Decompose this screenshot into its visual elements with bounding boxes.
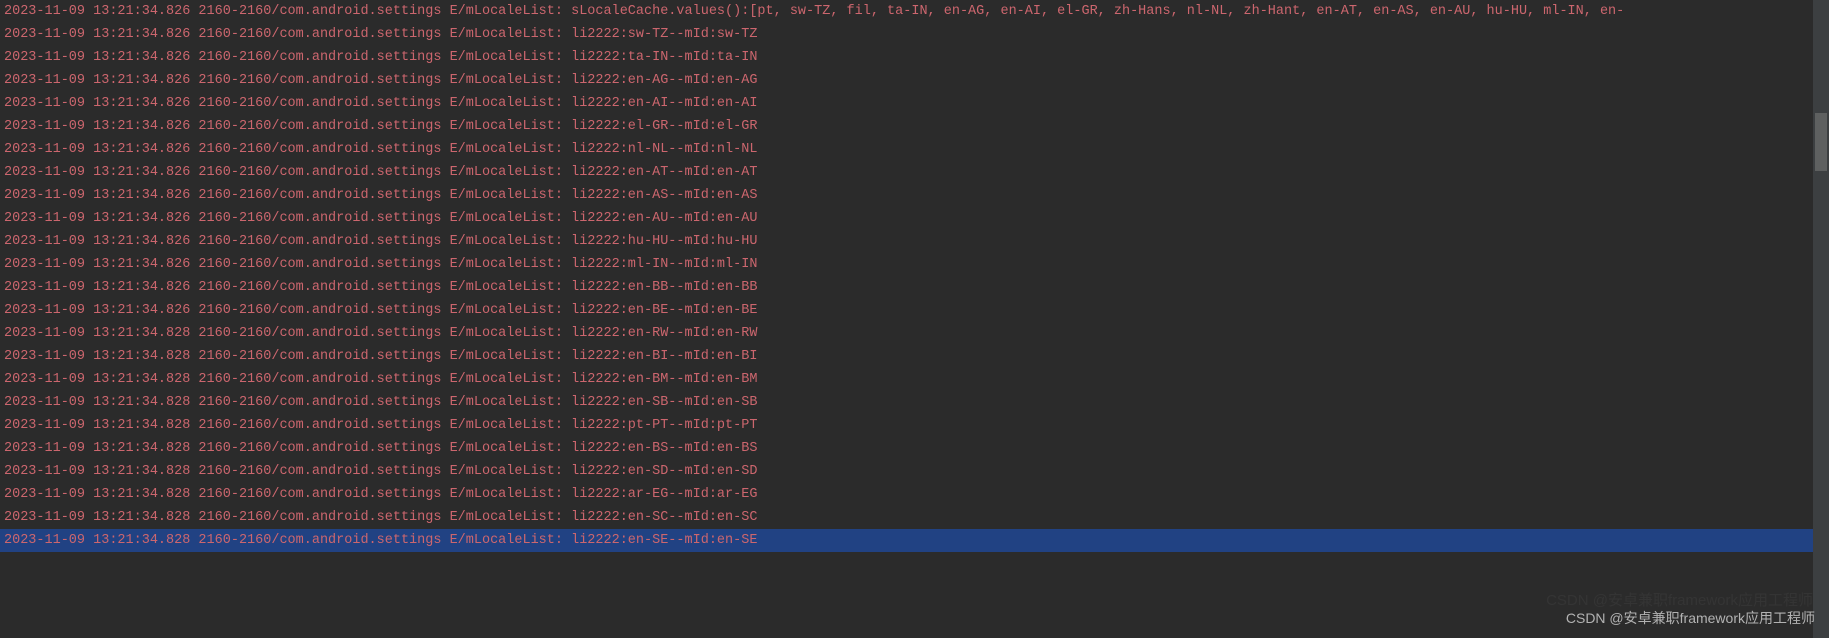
log-line[interactable]: 2023-11-09 13:21:34.826 2160-2160/com.an… — [0, 46, 1829, 69]
log-line[interactable]: 2023-11-09 13:21:34.828 2160-2160/com.an… — [0, 391, 1829, 414]
log-line[interactable]: 2023-11-09 13:21:34.826 2160-2160/com.an… — [0, 115, 1829, 138]
log-line[interactable]: 2023-11-09 13:21:34.828 2160-2160/com.an… — [0, 460, 1829, 483]
log-line[interactable]: 2023-11-09 13:21:34.826 2160-2160/com.an… — [0, 184, 1829, 207]
log-line[interactable]: 2023-11-09 13:21:34.828 2160-2160/com.an… — [0, 529, 1829, 552]
log-line[interactable]: 2023-11-09 13:21:34.828 2160-2160/com.an… — [0, 345, 1829, 368]
log-line[interactable]: 2023-11-09 13:21:34.826 2160-2160/com.an… — [0, 207, 1829, 230]
scrollbar-thumb[interactable] — [1815, 113, 1827, 171]
log-line[interactable]: 2023-11-09 13:21:34.826 2160-2160/com.an… — [0, 253, 1829, 276]
log-line[interactable]: 2023-11-09 13:21:34.828 2160-2160/com.an… — [0, 368, 1829, 391]
log-line[interactable]: 2023-11-09 13:21:34.826 2160-2160/com.an… — [0, 161, 1829, 184]
log-line[interactable]: 2023-11-09 13:21:34.828 2160-2160/com.an… — [0, 437, 1829, 460]
log-line[interactable]: 2023-11-09 13:21:34.828 2160-2160/com.an… — [0, 506, 1829, 529]
log-line[interactable]: 2023-11-09 13:21:34.828 2160-2160/com.an… — [0, 322, 1829, 345]
log-line[interactable]: 2023-11-09 13:21:34.826 2160-2160/com.an… — [0, 92, 1829, 115]
log-line[interactable]: 2023-11-09 13:21:34.826 2160-2160/com.an… — [0, 69, 1829, 92]
log-line[interactable]: 2023-11-09 13:21:34.826 2160-2160/com.an… — [0, 230, 1829, 253]
scrollbar-track[interactable] — [1813, 0, 1829, 638]
log-line[interactable]: 2023-11-09 13:21:34.828 2160-2160/com.an… — [0, 414, 1829, 437]
log-line[interactable]: 2023-11-09 13:21:34.826 2160-2160/com.an… — [0, 138, 1829, 161]
logcat-viewport[interactable]: 2023-11-09 13:21:34.826 2160-2160/com.an… — [0, 0, 1829, 638]
watermark: CSDN @安卓兼职framework应用工程师 — [1566, 607, 1815, 630]
log-line[interactable]: 2023-11-09 13:21:34.828 2160-2160/com.an… — [0, 483, 1829, 506]
log-line[interactable]: 2023-11-09 13:21:34.826 2160-2160/com.an… — [0, 0, 1829, 23]
log-line[interactable]: 2023-11-09 13:21:34.826 2160-2160/com.an… — [0, 299, 1829, 322]
log-line[interactable]: 2023-11-09 13:21:34.826 2160-2160/com.an… — [0, 276, 1829, 299]
logcat-output[interactable]: 2023-11-09 13:21:34.826 2160-2160/com.an… — [0, 0, 1829, 552]
log-line[interactable]: 2023-11-09 13:21:34.826 2160-2160/com.an… — [0, 23, 1829, 46]
watermark-shadow: CSDN @安卓兼职framework应用工程师 — [1546, 589, 1813, 612]
